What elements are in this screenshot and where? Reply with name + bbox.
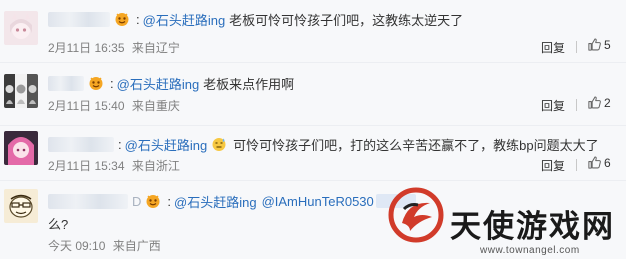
comment-item: : @石头赶路ing 可怜可怜孩子们吧，打的这么辛苦还赢不了，教练bp问题太大了… — [0, 126, 626, 181]
mention-link[interactable]: @石头赶路ing — [117, 74, 200, 93]
comment-text: 老板可怜可怜孩子们吧，这教练太逆天了 — [229, 12, 464, 28]
comment-meta: 2月11日 15:40 来自重庆 — [48, 97, 180, 114]
comment-item: : @石头赶路ing 老板可怜可怜孩子们吧，这教练太逆天了 2月11日 16:3… — [0, 0, 626, 63]
divider — [576, 41, 577, 53]
comment-meta: 2月11日 15:34 来自浙江 — [48, 157, 180, 174]
thumbs-up-icon — [588, 96, 601, 109]
comment-header: : @石头赶路ing 可怜可怜孩子们吧，打的这么辛苦还赢不了，教练bp问题太大了 — [48, 134, 599, 154]
comment-location: 来自广西 — [112, 239, 161, 253]
thumbs-up-icon — [588, 156, 601, 169]
mention-link[interactable]: @石头赶路ing — [174, 192, 257, 211]
divider — [576, 99, 577, 111]
thumbs-up-icon — [588, 38, 601, 51]
comment-item: : @石头赶路ing 老板来点作用啊 2月11日 15:40 来自重庆 回复 2 — [0, 63, 626, 126]
mention-link[interactable]: @石头赶路ing — [143, 10, 226, 29]
reply-button[interactable]: 回复 — [541, 157, 565, 174]
username-blurred[interactable] — [48, 75, 84, 91]
colon: : — [136, 11, 140, 27]
mention-link-2[interactable]: @IAmHunTeR0530 — [262, 194, 374, 209]
reply-button[interactable]: 回复 — [541, 39, 565, 56]
comment-date: 2月11日 15:34 — [48, 159, 125, 173]
comment-meta: 2月11日 16:35 来自辽宁 — [48, 39, 180, 56]
colon: : — [118, 136, 122, 152]
like-button[interactable]: 5 — [587, 37, 611, 52]
like-count: 2 — [604, 95, 611, 110]
comment-location: 来自浙江 — [131, 159, 180, 173]
comment-date: 今天 09:10 — [48, 239, 106, 253]
highlight-bar — [375, 194, 416, 208]
divider — [576, 159, 577, 171]
sweat-emoji-icon — [211, 136, 227, 152]
avatar[interactable] — [4, 74, 38, 108]
comment-text: 老板来点作用啊 — [203, 76, 295, 92]
comment-text: 么? — [48, 217, 69, 232]
comment-location: 来自辽宁 — [131, 41, 180, 55]
comment-meta: 今天 09:10 来自广西 — [48, 237, 161, 254]
fan-badge-icon — [88, 75, 104, 91]
like-button[interactable]: 6 — [587, 155, 611, 170]
mention-link[interactable]: @石头赶路ing — [125, 135, 208, 154]
comment-header: : @石头赶路ing 老板来点作用啊 — [48, 73, 294, 93]
comment-header: : @石头赶路ing 老板可怜可怜孩子们吧，这教练太逆天了 — [48, 9, 463, 29]
fan-badge-icon — [114, 11, 130, 27]
like-count: 6 — [604, 155, 611, 170]
comment-header: D : @石头赶路ing @IAmHunTeR0530 — [48, 191, 416, 211]
username-blurred[interactable] — [48, 193, 128, 209]
comment-date: 2月11日 15:40 — [48, 99, 125, 113]
colon: : — [167, 193, 172, 209]
colon: : — [110, 75, 114, 91]
comment-location: 来自重庆 — [131, 99, 180, 113]
comment-text: 可怜可怜孩子们吧，打的这么辛苦还赢不了，教练bp问题太大了 — [233, 137, 599, 153]
fan-badge-icon — [145, 193, 161, 209]
username-blurred[interactable] — [48, 11, 110, 27]
like-button[interactable]: 2 — [587, 95, 611, 110]
reply-button[interactable]: 回复 — [541, 97, 565, 114]
avatar[interactable] — [4, 189, 38, 223]
avatar[interactable] — [4, 131, 38, 165]
comment-item: D : @石头赶路ing @IAmHunTeR0530 么? 今天 09:10 … — [0, 181, 626, 259]
username-tail[interactable]: D — [132, 194, 141, 209]
avatar[interactable] — [4, 11, 38, 45]
like-count: 5 — [604, 37, 611, 52]
username-blurred[interactable] — [48, 136, 114, 152]
comment-date: 2月11日 16:35 — [48, 41, 125, 55]
